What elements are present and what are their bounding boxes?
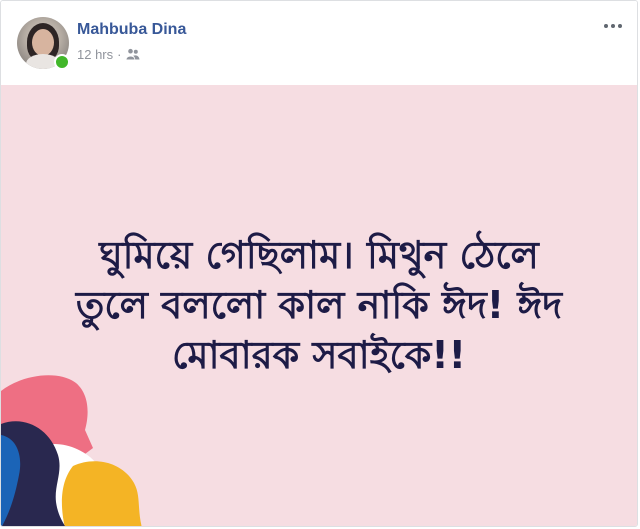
author-name[interactable]: Mahbuba Dina <box>77 21 186 39</box>
post-header: Mahbuba Dina 12 hrs · <box>1 1 637 85</box>
decorative-silhouettes-illustration <box>1 375 142 526</box>
facebook-post: Mahbuba Dina 12 hrs · ঘুমিয়ে গেছিলাম। ম… <box>0 0 638 527</box>
post-body-background: ঘুমিয়ে গেছিলাম। মিথুন ঠেলে তুলে বললো কা… <box>1 85 637 526</box>
online-status-icon <box>54 54 70 70</box>
post-text-line-3: মোবারক সবাইকে!! <box>172 333 466 377</box>
yellow-silhouette <box>61 461 142 526</box>
avatar-face <box>32 29 54 56</box>
more-options-button[interactable] <box>601 14 625 38</box>
friends-icon[interactable] <box>125 46 141 62</box>
timestamp[interactable]: 12 hrs <box>77 47 113 62</box>
more-options-icon <box>604 24 622 28</box>
post-meta: 12 hrs · <box>77 45 141 63</box>
post-text-line-1: ঘুমিয়ে গেছিলাম। মিথুন ঠেলে <box>99 233 539 277</box>
meta-separator: · <box>117 46 122 62</box>
post-text-line-2: তুলে বললো কাল নাকি ঈদ! ঈদ <box>75 283 563 327</box>
